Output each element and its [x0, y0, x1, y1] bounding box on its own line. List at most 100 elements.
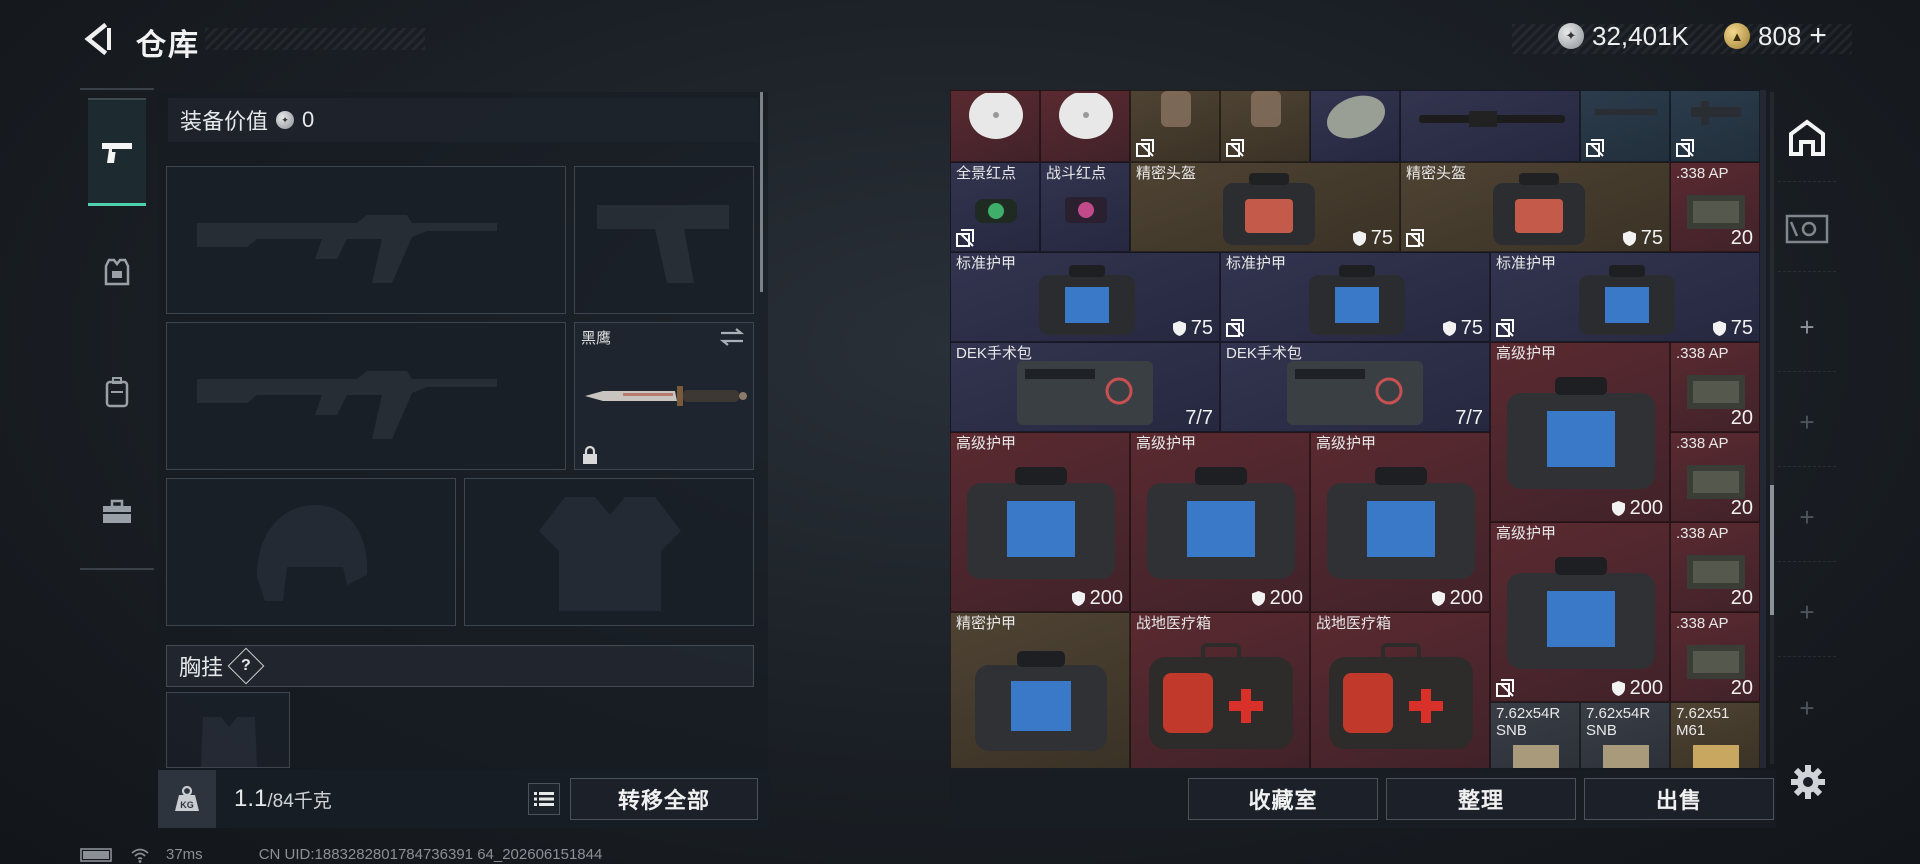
attachment-icon [1691, 101, 1741, 125]
gold-add-button[interactable]: + [1809, 19, 1827, 53]
grid-item[interactable]: 7.62x54R SNB [1580, 702, 1670, 768]
grid-item[interactable]: 高级护甲 200 [950, 432, 1130, 612]
add-storage-button[interactable]: + [1778, 569, 1836, 657]
sell-button[interactable]: 出售 [1584, 778, 1774, 820]
grid-item[interactable]: 精密头盔 75 [1400, 162, 1670, 252]
grid-item[interactable]: .338 AP 20 [1670, 432, 1760, 522]
gold-amount: 808 [1758, 20, 1802, 51]
grid-item[interactable]: 高级护甲 200 [1130, 432, 1310, 612]
unsearchable-icon [1226, 319, 1244, 337]
lock-icon [583, 445, 597, 464]
ammo-box-icon [1687, 375, 1745, 409]
jar-icon [1161, 91, 1191, 127]
grid-item[interactable] [1400, 90, 1580, 162]
tab-backpack[interactable] [88, 338, 146, 446]
grid-item[interactable]: .338 AP 20 [1670, 522, 1760, 612]
grid-item[interactable]: 全景红点 [950, 162, 1040, 252]
holo-sight-icon [1065, 197, 1107, 223]
primary-weapon-slot[interactable] [166, 166, 566, 314]
grid-item[interactable]: 标准护甲 75 [950, 252, 1220, 342]
grid-item[interactable] [1130, 90, 1220, 162]
grid-item[interactable] [1040, 90, 1130, 162]
grid-item[interactable] [1220, 90, 1310, 162]
grid-item[interactable]: .338 AP 20 [1670, 162, 1760, 252]
transfer-all-button[interactable]: 转移全部 [570, 778, 758, 820]
shield-icon [1622, 231, 1636, 246]
tab-armor[interactable] [88, 218, 146, 326]
grid-item[interactable]: 战地医疗箱 [1130, 612, 1310, 768]
sidearm-slot[interactable] [574, 166, 754, 314]
rifle-scope-icon [1419, 111, 1565, 127]
ammo-pack-icon [1513, 745, 1559, 768]
secondary-weapon-slot[interactable] [166, 322, 566, 470]
settings-gear-icon[interactable] [1790, 764, 1826, 800]
grid-item[interactable]: 战斗红点 [1040, 162, 1130, 252]
grid-item[interactable]: 7.62x51 M61 [1670, 702, 1760, 768]
armor-bag-icon [975, 651, 1107, 751]
grid-item[interactable]: .338 AP 20 [1670, 612, 1760, 702]
armor-bag-icon [1507, 377, 1655, 489]
back-arrow-icon[interactable] [80, 22, 114, 56]
grid-item[interactable]: 战地医疗箱 [1310, 612, 1490, 768]
unsearchable-icon [1676, 139, 1694, 157]
body-armor-slot[interactable] [464, 478, 754, 626]
grid-item[interactable] [1670, 90, 1760, 162]
grid-item[interactable]: 精密头盔 75 [1130, 162, 1400, 252]
grid-item[interactable]: DEK手术包 7/7 [950, 342, 1220, 432]
pistol-icon [102, 142, 132, 163]
grid-item[interactable] [950, 90, 1040, 162]
grid-item[interactable] [1580, 90, 1670, 162]
swap-icon[interactable] [719, 327, 745, 347]
tab-vault[interactable] [1778, 184, 1836, 272]
helmet-slot[interactable] [166, 478, 456, 626]
grid-scrollbar-track[interactable] [1770, 92, 1774, 764]
grid-item[interactable]: 标准护甲 75 [1490, 252, 1760, 342]
shield-icon [1251, 591, 1265, 606]
add-storage-button[interactable]: + [1778, 664, 1836, 752]
help-icon[interactable]: ? [227, 647, 265, 685]
ammo-box-icon [1687, 645, 1745, 679]
tab-weapons[interactable] [88, 98, 146, 206]
weight-bar: KG 1.1 /84千克 转移全部 [158, 770, 770, 828]
chest-rig-slot[interactable] [166, 692, 290, 768]
tab-toolbox[interactable] [88, 458, 146, 566]
melee-slot[interactable]: 黑鹰 [574, 322, 754, 470]
grid-item[interactable]: 高级护甲 200 [1490, 522, 1670, 702]
grid-item[interactable]: .338 AP 20 [1670, 342, 1760, 432]
unsearchable-icon [1496, 679, 1514, 697]
grid-scrollbar-thumb[interactable] [1770, 485, 1774, 615]
grid-item[interactable]: 精密护甲 [950, 612, 1130, 768]
grid-item[interactable]: 7.62x54R SNB [1490, 702, 1580, 768]
collection-room-button[interactable]: 收藏室 [1188, 778, 1378, 820]
rifle-silhouette-icon [197, 371, 497, 439]
equipment-value: 0 [302, 107, 315, 132]
disc-icon [1059, 93, 1113, 139]
armor-bag-icon [1147, 467, 1295, 579]
grid-item[interactable]: 高级护甲 200 [1310, 432, 1490, 612]
category-sidebar [80, 88, 154, 570]
helmet-silhouette-icon [257, 505, 368, 601]
silver-coin-icon: ✦ [1558, 23, 1584, 49]
shield-icon [1172, 321, 1186, 336]
equipment-value-label: 装备价值 [180, 109, 269, 134]
list-view-button[interactable] [528, 783, 560, 815]
list-icon [534, 792, 554, 806]
add-storage-button[interactable]: + [1778, 474, 1836, 562]
grid-item[interactable]: 高级护甲 200 [1490, 342, 1670, 522]
gold-currency[interactable]: ▲ 808 + [1724, 19, 1827, 53]
grid-item[interactable]: 标准护甲 75 [1220, 252, 1490, 342]
rifle-silhouette-icon [197, 215, 497, 283]
svg-text:KG: KG [180, 800, 194, 810]
armor-bag-icon [1309, 265, 1405, 335]
red-dot-sight-icon [975, 199, 1017, 223]
add-storage-button[interactable]: + [1778, 379, 1836, 467]
gold-coin-icon: ▲ [1724, 23, 1750, 49]
battery-icon [80, 847, 112, 862]
shield-icon [1712, 321, 1726, 336]
loadout-scrollbar[interactable] [760, 92, 763, 292]
tab-main-storage[interactable] [1778, 94, 1836, 182]
grid-item[interactable]: DEK手术包 7/7 [1220, 342, 1490, 432]
grid-item[interactable] [1310, 90, 1400, 162]
add-storage-button[interactable]: + [1778, 284, 1836, 372]
organize-button[interactable]: 整理 [1386, 778, 1576, 820]
